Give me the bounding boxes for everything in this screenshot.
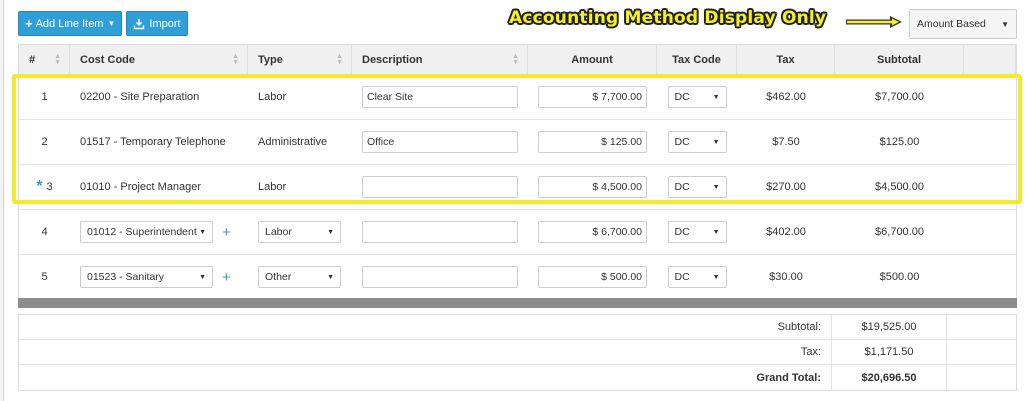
tax-code-select[interactable]: DC ▼ [667,131,727,153]
tax-value: $462.00 [766,91,806,103]
description-input[interactable] [362,176,518,198]
caret-down-icon: ▼ [1001,19,1009,29]
line-items-table: # ▲ ▼ Cost Code ▲ ▼ Type ▲ ▼ Description ▲ ▼ Amo… [18,44,1017,301]
type-select[interactable]: Other ▼ [258,266,341,288]
table-row: * 3 01010 - Project Manager Labor $ 4,500… [19,165,1016,210]
type-text: Labor [258,181,287,193]
sort-icon: ▲ ▼ [336,53,343,66]
tax-code-select[interactable]: DC ▼ [667,266,727,288]
section-divider [18,298,1017,308]
accounting-method-select[interactable]: Amount Based ▼ [909,9,1017,39]
plus-icon: + [25,16,33,31]
amount-input[interactable]: $ 125.00 [538,131,647,153]
tax-total-value: $1,171.50 [832,340,947,364]
header-spacer [964,45,1016,74]
description-input[interactable] [362,266,518,288]
header-amount: Amount [528,45,657,74]
row-number: * 3 [36,178,53,195]
sort-icon: ▲ ▼ [512,53,519,66]
add-cost-code-icon[interactable]: + [222,224,231,241]
tax-code-select[interactable]: DC ▼ [667,86,727,108]
caret-down-icon: ▼ [107,19,116,28]
subtotal-value: $7,700.00 [875,91,924,103]
row-number: 5 [41,271,48,283]
totals-table: Subtotal: $19,525.00 Tax: $1,171.50 Gran… [18,314,1017,391]
subtotal-value: $4,500.00 [875,181,924,193]
row-number: 1 [41,91,48,103]
grand-total-value: $20,696.50 [832,365,947,390]
type-text: Labor [258,91,287,103]
header-tax: Tax [737,45,835,74]
subtotal-total-value: $19,525.00 [832,315,947,339]
header-description[interactable]: Description ▲ ▼ [352,45,528,74]
tax-value: $402.00 [766,226,806,238]
subtotal-row: Subtotal: $19,525.00 [19,315,1016,340]
cost-code-text: 01517 - Temporary Telephone [80,136,226,148]
subtotal-value: $125.00 [879,136,920,148]
caret-down-icon: ▼ [712,138,720,146]
amount-input[interactable]: $ 500.00 [538,266,647,288]
row-number: 4 [41,226,48,238]
cost-code-text: 02200 - Site Preparation [80,91,200,103]
header-type[interactable]: Type ▲ ▼ [248,45,352,74]
amount-input[interactable]: $ 4,500.00 [538,176,647,198]
amount-input[interactable]: $ 6,700.00 [538,221,647,243]
sort-icon: ▲ ▼ [232,53,239,66]
arrow-right-icon [846,16,902,28]
row-number: 2 [41,136,48,148]
page: + Add Line Item ▼ Import Accounting Meth… [3,0,1028,401]
tax-label: Tax: [19,340,832,364]
tax-code-select[interactable]: DC ▼ [667,176,727,198]
type-select[interactable]: Labor ▼ [258,221,341,243]
tax-value: $7.50 [772,136,800,148]
description-input[interactable]: Clear Site [362,86,518,108]
add-cost-code-icon[interactable]: + [222,269,231,286]
add-line-item-button[interactable]: + Add Line Item ▼ [18,11,123,36]
tax-value: $30.00 [769,271,803,283]
header-number[interactable]: # ▲ ▼ [19,45,70,74]
grand-total-row: Grand Total: $20,696.50 [19,365,1016,390]
subtotal-label: Subtotal: [19,315,832,339]
caret-down-icon: ▼ [199,273,206,281]
toolbar: + Add Line Item ▼ Import [18,11,188,37]
table-row: 1 02200 - Site Preparation Labor Clear S… [19,75,1016,120]
amount-input[interactable]: $ 7,700.00 [538,86,647,108]
import-button[interactable]: Import [126,11,188,36]
tax-row: Tax: $1,171.50 [19,340,1016,365]
tax-code-select[interactable]: DC ▼ [667,221,727,243]
subtotal-value: $6,700.00 [875,226,924,238]
header-tax-code: Tax Code [657,45,737,74]
description-input[interactable] [362,221,518,243]
table-row: 4 01012 - Superintendent ▼ + Labor ▼ $ 6,7… [19,210,1016,255]
import-icon [134,18,145,29]
accounting-method-callout: Accounting Method Display Only [509,8,827,28]
table-header: # ▲ ▼ Cost Code ▲ ▼ Type ▲ ▼ Description ▲ ▼ Amo… [19,45,1016,75]
cost-code-select[interactable]: 01523 - Sanitary ▼ [80,266,213,288]
table-row: 5 01523 - Sanitary ▼ + Other ▼ $ 500.00 DC… [19,255,1016,300]
import-label: Import [149,17,181,30]
subtotal-value: $500.00 [879,271,920,283]
caret-down-icon: ▼ [712,273,720,281]
caret-down-icon: ▼ [327,228,334,236]
accounting-method-value: Amount Based [917,18,986,30]
description-input[interactable]: Office [362,131,518,153]
caret-down-icon: ▼ [712,228,720,236]
asterisk-icon: * [36,178,43,195]
caret-down-icon: ▼ [712,183,720,191]
caret-down-icon: ▼ [712,93,720,101]
sort-icon: ▲ ▼ [54,53,61,66]
type-text: Administrative [258,136,328,148]
add-line-item-label: Add Line Item [35,17,104,30]
cost-code-select[interactable]: 01012 - Superintendent ▼ [80,221,213,243]
table-row: 2 01517 - Temporary Telephone Administra… [19,120,1016,165]
tax-value: $270.00 [766,181,806,193]
caret-down-icon: ▼ [199,228,206,236]
cost-code-text: 01010 - Project Manager [80,181,202,193]
header-subtotal: Subtotal [835,45,964,74]
grand-total-label: Grand Total: [19,365,832,390]
header-cost-code[interactable]: Cost Code ▲ ▼ [70,45,248,74]
caret-down-icon: ▼ [327,273,334,281]
